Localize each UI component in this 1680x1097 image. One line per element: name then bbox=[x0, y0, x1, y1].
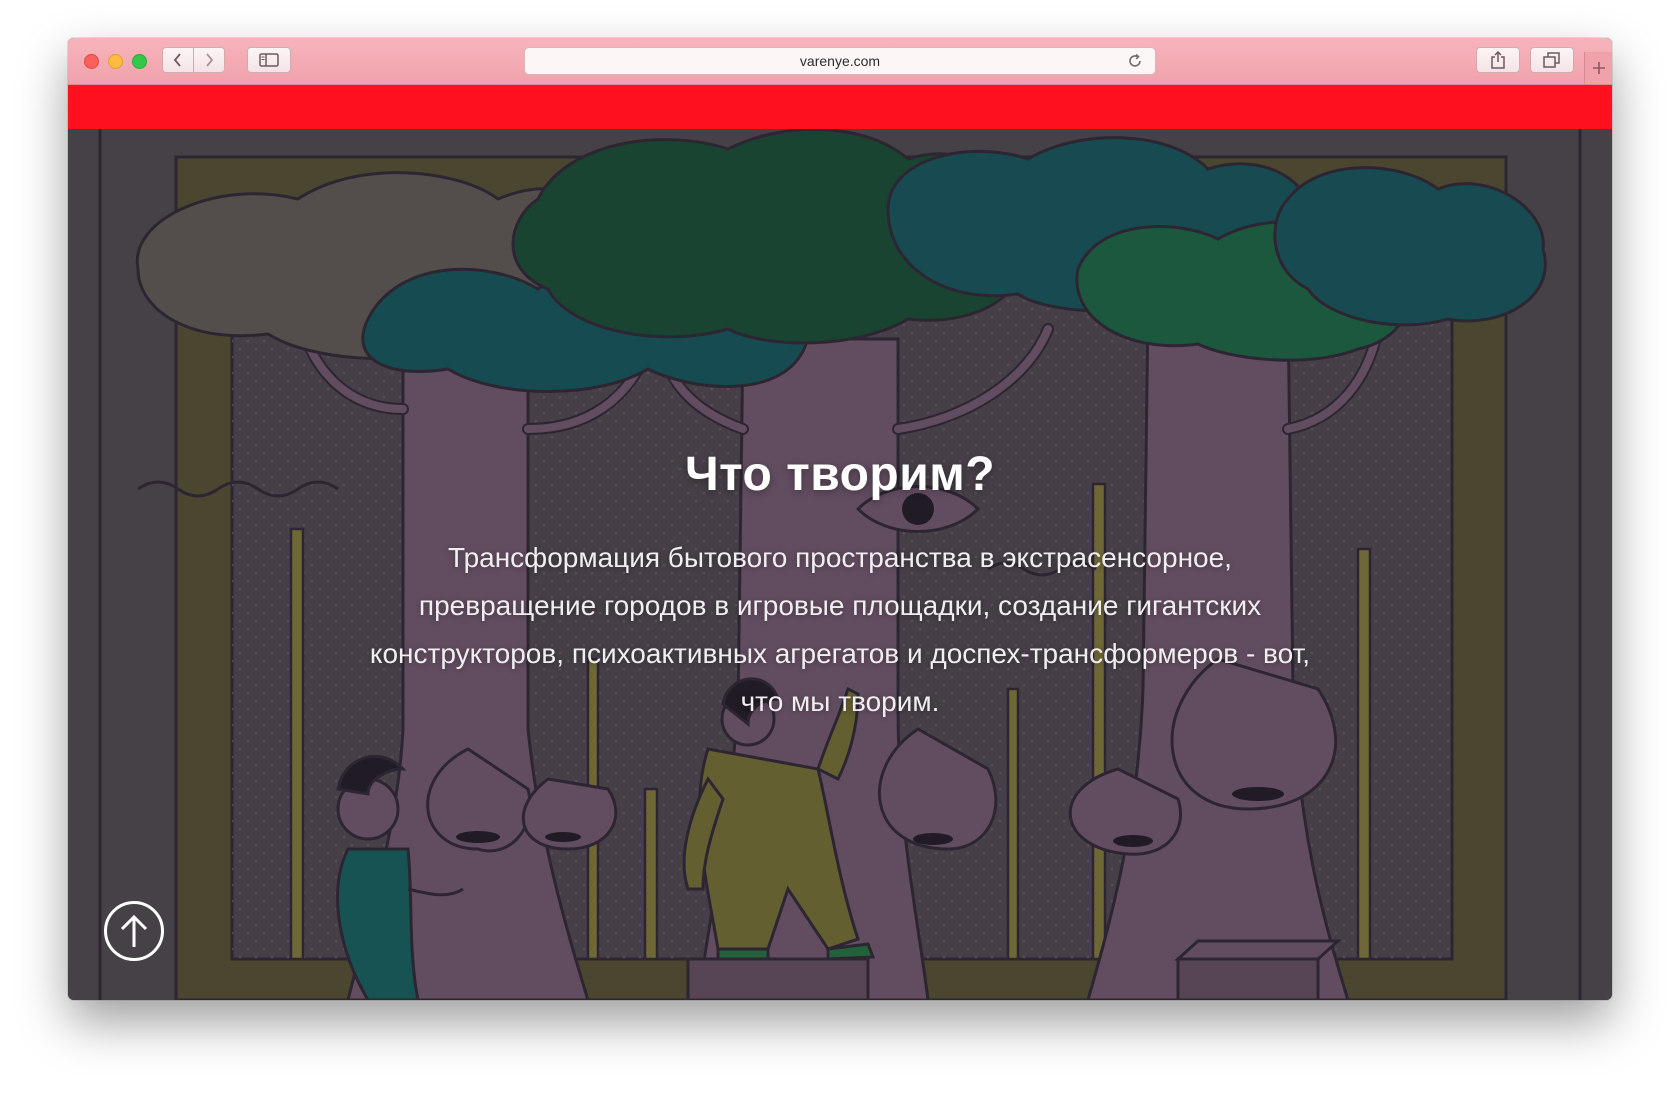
section-content: Что творим? Трансформация бытового прост… bbox=[68, 129, 1612, 1000]
address-bar[interactable]: varenye.com bbox=[524, 47, 1156, 75]
reload-icon[interactable] bbox=[1127, 53, 1143, 69]
address-url: varenye.com bbox=[799, 53, 881, 69]
arrow-up-icon bbox=[120, 914, 148, 947]
new-tab-button[interactable] bbox=[1584, 52, 1612, 84]
forward-button[interactable] bbox=[193, 47, 225, 73]
share-button[interactable] bbox=[1476, 47, 1520, 73]
chevron-right-icon bbox=[206, 53, 214, 67]
plus-icon bbox=[1593, 62, 1605, 74]
section-description: Трансформация бытового пространства в эк… bbox=[369, 542, 1311, 717]
sidebar-icon bbox=[259, 53, 279, 67]
scroll-to-top-button[interactable] bbox=[104, 901, 164, 961]
window-maximize-button[interactable] bbox=[132, 54, 147, 69]
share-icon bbox=[1491, 51, 1505, 69]
sidebar-toggle-button[interactable] bbox=[247, 47, 291, 73]
window-close-button[interactable] bbox=[84, 54, 99, 69]
tabs-overview-button[interactable] bbox=[1530, 47, 1574, 73]
tabs-icon bbox=[1543, 52, 1560, 68]
browser-titlebar: varenye.com bbox=[68, 38, 1612, 85]
chevron-left-icon bbox=[173, 53, 181, 67]
window-minimize-button[interactable] bbox=[108, 54, 123, 69]
site-header-bar bbox=[68, 85, 1612, 129]
browser-window: varenye.com Что творим? Трансформация бы… bbox=[68, 38, 1612, 1000]
section-heading: Что творим? bbox=[684, 448, 996, 501]
back-button[interactable] bbox=[162, 47, 194, 73]
